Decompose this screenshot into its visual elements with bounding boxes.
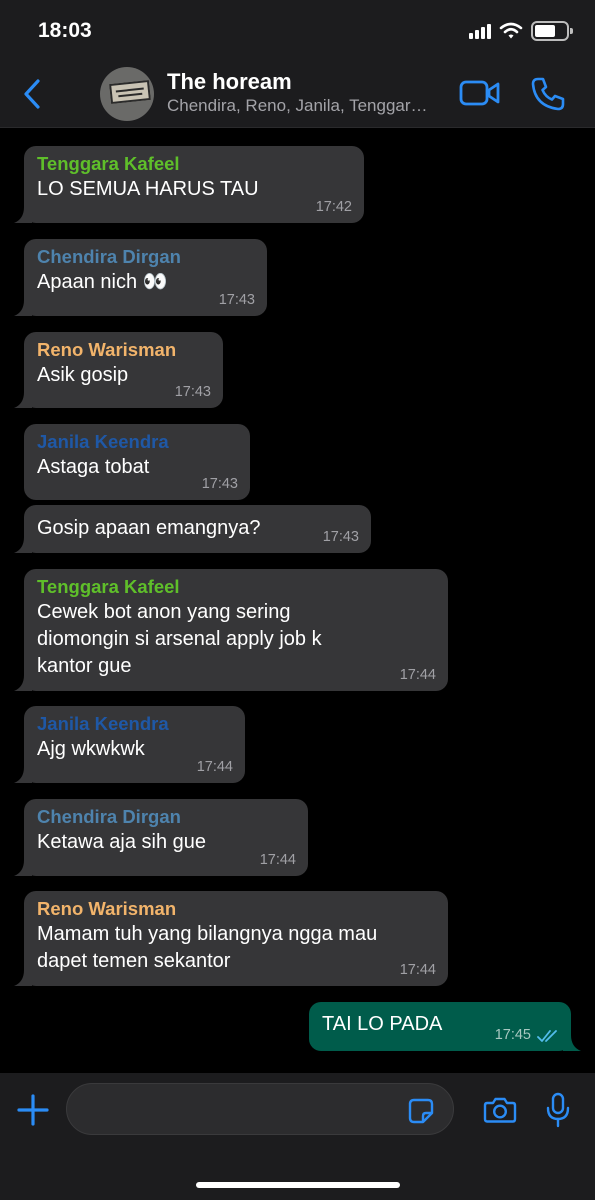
chat-header: The hoream Chendira, Reno, Janila, Tengg… xyxy=(0,58,595,128)
message-bubble[interactable]: Janila Keendra Astaga tobat 17:43 xyxy=(24,424,250,500)
message-bubble[interactable]: Chendira Dirgan Ketawa aja sih gue 17:44 xyxy=(14,799,308,876)
message-bubble[interactable]: Reno Warisman Mamam tuh yang bilangnya n… xyxy=(14,891,448,986)
message-time: 17:42 xyxy=(315,199,352,215)
message-time: 17:44 xyxy=(259,852,296,868)
status-icons xyxy=(469,20,573,42)
chat-members[interactable]: Chendira, Reno, Janila, Tenggara, You xyxy=(167,96,432,116)
message-bubble[interactable]: Reno Warisman Asik gosip 17:43 xyxy=(14,332,223,408)
message-time: 17:43 xyxy=(201,476,238,492)
bubble-tail xyxy=(14,675,32,691)
message-time: 17:44 xyxy=(399,667,436,683)
video-camera-icon[interactable] xyxy=(459,78,501,108)
message-bubble[interactable]: Janila Keendra Ajg wkwkwk 17:44 xyxy=(14,706,245,783)
message-bubble[interactable]: Tenggara Kafeel Cewek bot anon yang seri… xyxy=(14,569,448,691)
plus-icon[interactable] xyxy=(17,1094,49,1126)
message-sender: Chendira Dirgan xyxy=(37,806,181,827)
message-sender: Reno Warisman xyxy=(37,898,177,919)
message-text: Mamam tuh yang bilangnya ngga mau dapet … xyxy=(37,923,378,972)
outgoing-message-bubble[interactable]: TAI LO PADA 17:45 xyxy=(309,1002,581,1051)
message-time: 17:45 xyxy=(494,1027,531,1043)
message-bubble[interactable]: Chendira Dirgan Apaan nich 👀 17:43 xyxy=(14,239,267,316)
battery-icon xyxy=(531,21,573,41)
wifi-icon xyxy=(499,22,523,39)
bubble-tail xyxy=(14,767,32,783)
bubble-tail xyxy=(14,392,32,408)
message-time: 17:43 xyxy=(218,292,255,308)
message-time: 17:43 xyxy=(174,384,211,400)
camera-icon[interactable] xyxy=(483,1096,517,1124)
bubble-tail xyxy=(14,300,32,316)
message-text: Cewek bot anon yang sering diomongin si … xyxy=(37,601,322,677)
bubble-tail xyxy=(14,970,32,986)
message-list[interactable]: Tenggara Kafeel LO SEMUA HARUS TAU 17:42… xyxy=(0,129,595,1072)
chat-title[interactable]: The hoream xyxy=(167,69,292,95)
message-bubble[interactable]: Tenggara Kafeel LO SEMUA HARUS TAU 17:42 xyxy=(14,146,364,223)
message-sender: Janila Keendra xyxy=(37,713,169,734)
sticker-icon[interactable] xyxy=(408,1098,434,1124)
avatar-image xyxy=(109,79,151,105)
status-time: 18:03 xyxy=(38,19,92,42)
bubble-tail xyxy=(14,207,32,223)
group-avatar[interactable] xyxy=(100,67,154,121)
message-sender: Tenggara Kafeel xyxy=(37,153,180,174)
message-bubble[interactable]: Gosip apaan emangnya? 17:43 xyxy=(14,505,371,553)
message-time: 17:44 xyxy=(399,962,436,978)
read-receipt-icon xyxy=(537,1030,557,1042)
bubble-tail xyxy=(563,1035,581,1051)
microphone-icon[interactable] xyxy=(545,1092,571,1128)
home-indicator[interactable] xyxy=(196,1182,400,1188)
message-sender: Chendira Dirgan xyxy=(37,246,181,267)
message-input[interactable] xyxy=(66,1083,454,1135)
composer-bar xyxy=(0,1073,595,1200)
message-sender: Janila Keendra xyxy=(37,431,169,452)
message-text: Ketawa aja sih gue xyxy=(37,831,207,853)
message-sender: Tenggara Kafeel xyxy=(37,576,180,597)
message-sender: Reno Warisman xyxy=(37,339,177,360)
status-bar: 18:03 xyxy=(0,0,595,58)
message-text: LO SEMUA HARUS TAU xyxy=(37,178,259,200)
message-time: 17:44 xyxy=(196,759,233,775)
message-text: Gosip apaan emangnya? xyxy=(37,517,261,539)
bubble-tail xyxy=(14,860,32,876)
message-time: 17:43 xyxy=(322,529,359,545)
bubble-tail xyxy=(14,537,32,553)
phone-icon[interactable] xyxy=(530,76,566,112)
signal-icon xyxy=(469,23,491,39)
chevron-left-icon[interactable] xyxy=(20,78,46,110)
